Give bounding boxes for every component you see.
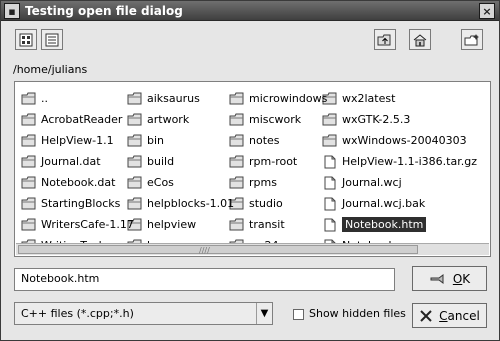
- up-folder-button[interactable]: [374, 29, 396, 50]
- item-label: transit: [249, 218, 285, 231]
- list-view-button[interactable]: [41, 29, 63, 50]
- folder-item[interactable]: build: [127, 151, 237, 172]
- new-folder-button[interactable]: [461, 29, 483, 50]
- folder-item[interactable]: miscwork: [229, 109, 339, 130]
- file-column: aiksaurus artwork bin build eCos helpblocks-1…: [127, 88, 237, 257]
- folder-icon: [21, 134, 36, 146]
- item-label: build: [147, 155, 175, 168]
- grip-icon: ////: [199, 246, 210, 255]
- folder-item[interactable]: rpms: [229, 172, 339, 193]
- folder-item[interactable]: helpview: [127, 214, 237, 235]
- item-label: miscwork: [249, 113, 302, 126]
- item-label: Journal.wcj.bak: [342, 197, 426, 210]
- folder-item[interactable]: transit: [229, 214, 339, 235]
- item-label: wxWindows-20040303: [342, 134, 467, 147]
- icon-view-button[interactable]: [15, 29, 37, 50]
- item-label: StartingBlocks: [41, 197, 121, 210]
- folder-item[interactable]: aiksaurus: [127, 88, 237, 109]
- item-label: studio: [249, 197, 283, 210]
- folder-item[interactable]: bin: [127, 130, 237, 151]
- chevron-down-icon[interactable]: ▼: [256, 303, 272, 324]
- folder-icon: [21, 218, 36, 230]
- file-dialog-window: ▪ Testing open file dialog × /home/julia…: [0, 0, 500, 341]
- item-label: Notebook.htm: [342, 217, 427, 232]
- file-list[interactable]: wx2latest wxGTK-2.5.3 wxWindows-20040303 He…: [14, 81, 491, 257]
- up-folder-icon: [377, 34, 391, 45]
- item-label: HelpView-1.1: [41, 134, 114, 147]
- folder-item[interactable]: helpblocks-1.01: [127, 193, 237, 214]
- folder-icon: [21, 92, 36, 104]
- folder-item[interactable]: microwindows: [229, 88, 339, 109]
- item-label: wxGTK-2.5.3: [342, 113, 411, 126]
- item-label: Journal.wcj: [342, 176, 402, 189]
- current-path: /home/julians: [13, 63, 88, 76]
- filename-input[interactable]: Notebook.htm: [14, 268, 395, 291]
- file-item[interactable]: Notebook.wcn.bak: [322, 256, 432, 257]
- ok-icon: [430, 273, 444, 284]
- window-title: Testing open file dialog: [25, 4, 183, 18]
- list-view-icon: [45, 33, 59, 46]
- horizontal-scrollbar[interactable]: ////: [16, 243, 489, 255]
- ok-button[interactable]: OK: [412, 266, 487, 291]
- folder-item[interactable]: artwork: [127, 109, 237, 130]
- item-label: HelpView-1.1-i386.tar.gz: [342, 155, 477, 168]
- folder-item[interactable]: rpm-root: [229, 151, 339, 172]
- ok-label: OK: [452, 271, 471, 286]
- show-hidden-label[interactable]: Show hidden files: [309, 307, 406, 320]
- cancel-button[interactable]: Cancel: [412, 303, 487, 328]
- file-type-value: C++ files (*.cpp;*.h): [21, 307, 134, 320]
- item-label: WritersCafe-1.17: [41, 218, 134, 231]
- item-label: rpms: [249, 176, 277, 189]
- cancel-icon: [420, 309, 432, 322]
- folder-icon: [21, 155, 36, 167]
- new-folder-icon: [464, 33, 479, 45]
- item-label: eCos: [147, 176, 174, 189]
- folder-item[interactable]: eCos: [127, 172, 237, 193]
- folder-item[interactable]: Notebook.dat: [21, 172, 131, 193]
- item-label: helpview: [147, 218, 197, 231]
- show-hidden-checkbox[interactable]: [293, 309, 304, 320]
- item-label: artwork: [147, 113, 190, 126]
- folder-item[interactable]: afm: [21, 256, 131, 257]
- folder-item[interactable]: studio: [229, 193, 339, 214]
- folder-item[interactable]: notes: [229, 130, 339, 151]
- title-bar: ▪ Testing open file dialog ×: [1, 1, 499, 21]
- scrollbar-thumb[interactable]: ////: [18, 245, 418, 255]
- item-label: aiksaurus: [147, 92, 200, 105]
- item-label: Journal.dat: [41, 155, 101, 168]
- item-label: wx2latest: [342, 92, 396, 105]
- folder-item[interactable]: Journal.dat: [21, 151, 131, 172]
- window-menu-icon[interactable]: ▪: [4, 3, 20, 19]
- item-label: helpblocks-1.01: [147, 197, 235, 210]
- item-label: microwindows: [249, 92, 328, 105]
- item-label: bin: [147, 134, 165, 147]
- cancel-label: Cancel: [439, 308, 480, 323]
- icon-view-icon: [19, 33, 33, 46]
- close-icon[interactable]: ×: [479, 3, 495, 19]
- item-label: ..: [41, 92, 48, 105]
- item-label: AcrobatReader: [41, 113, 123, 126]
- folder-icon: [21, 197, 36, 209]
- item-label: rpm-root: [249, 155, 298, 168]
- file-type-select[interactable]: C++ files (*.cpp;*.h) ▼: [14, 302, 273, 325]
- folder-item[interactable]: ..: [21, 88, 131, 109]
- item-label: Notebook.dat: [41, 176, 116, 189]
- home-icon: [413, 33, 427, 46]
- home-button[interactable]: [409, 29, 431, 50]
- folder-item[interactable]: wx2dev: [229, 256, 339, 257]
- item-label: notes: [249, 134, 280, 147]
- folder-item[interactable]: WritersCafe-1.17: [21, 214, 134, 235]
- folder-item[interactable]: HelpView-1.1: [21, 130, 131, 151]
- folder-icon: [21, 113, 36, 125]
- file-column: .. AcrobatReader HelpView-1.1 Journal.dat No…: [21, 88, 134, 257]
- folder-item[interactable]: lacheck: [127, 256, 237, 257]
- folder-item[interactable]: AcrobatReader: [21, 109, 131, 130]
- file-column: microwindows miscwork notes rpm-root rpms stu…: [229, 88, 339, 257]
- folder-item[interactable]: StartingBlocks: [21, 193, 131, 214]
- folder-icon: [21, 176, 36, 188]
